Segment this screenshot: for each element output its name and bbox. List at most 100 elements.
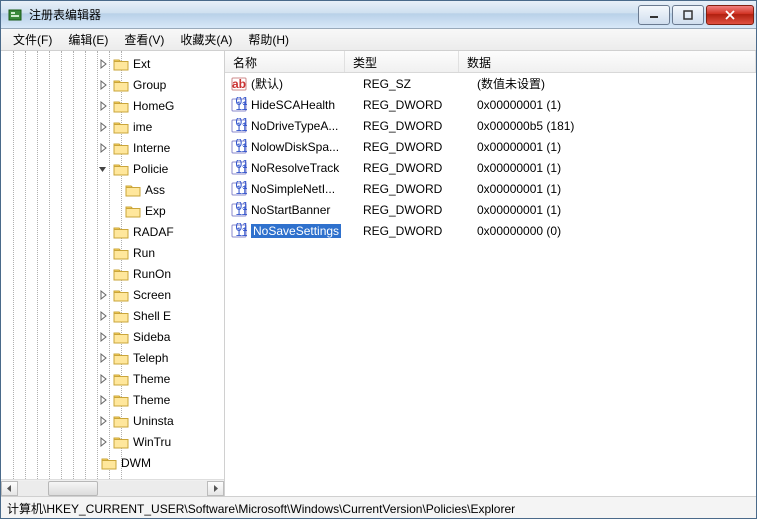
scroll-right-button[interactable]	[207, 481, 224, 496]
expand-icon[interactable]	[97, 310, 109, 322]
tree-item[interactable]: ime	[1, 116, 224, 137]
svg-text:110: 110	[236, 204, 248, 218]
value-name: NoSimpleNetI...	[251, 182, 363, 196]
close-button[interactable]	[706, 5, 754, 25]
maximize-button[interactable]	[672, 5, 704, 25]
folder-icon	[113, 78, 129, 92]
collapse-icon[interactable]	[97, 163, 109, 175]
value-row[interactable]: 011110HideSCAHealthREG_DWORD0x00000001 (…	[225, 94, 756, 115]
tree-item-label: Teleph	[133, 351, 168, 365]
expand-icon[interactable]	[97, 394, 109, 406]
tree-item[interactable]: Policie	[1, 158, 224, 179]
value-row[interactable]: ab(默认)REG_SZ(数值未设置)	[225, 73, 756, 94]
menu-view[interactable]: 查看(V)	[116, 29, 172, 50]
expand-icon[interactable]	[97, 415, 109, 427]
svg-text:110: 110	[236, 141, 248, 155]
folder-icon	[113, 393, 129, 407]
value-row[interactable]: 011110NoSaveSettingsREG_DWORD0x00000000 …	[225, 220, 756, 241]
scroll-left-button[interactable]	[1, 481, 18, 496]
value-row[interactable]: 011110NoDriveTypeA...REG_DWORD0x000000b5…	[225, 115, 756, 136]
tree-item[interactable]: Theme	[1, 389, 224, 410]
column-type[interactable]: 类型	[345, 51, 459, 72]
expand-icon[interactable]	[97, 142, 109, 154]
tree-item[interactable]: DWM	[1, 452, 224, 473]
column-name[interactable]: 名称	[225, 51, 345, 72]
tree-item[interactable]: Sideba	[1, 326, 224, 347]
folder-icon	[113, 120, 129, 134]
value-row[interactable]: 011110NoSimpleNetI...REG_DWORD0x00000001…	[225, 178, 756, 199]
tree-item[interactable]: Group	[1, 74, 224, 95]
column-data[interactable]: 数据	[459, 51, 756, 72]
tree-item[interactable]: RunOn	[1, 263, 224, 284]
expand-icon[interactable]	[97, 373, 109, 385]
value-row[interactable]: 011110NoStartBannerREG_DWORD0x00000001 (…	[225, 199, 756, 220]
expand-icon[interactable]	[97, 352, 109, 364]
tree-item[interactable]: Run	[1, 242, 224, 263]
value-type: REG_DWORD	[363, 119, 477, 133]
folder-icon	[125, 183, 141, 197]
tree-item-label: RunOn	[133, 267, 171, 281]
tree-item[interactable]: Exp	[1, 200, 224, 221]
tree-item-label: Ext	[133, 57, 150, 71]
value-data: 0x000000b5 (181)	[477, 119, 756, 133]
expand-icon[interactable]	[97, 289, 109, 301]
tree-item-label: Interne	[133, 141, 170, 155]
tree-item-label: Uninsta	[133, 414, 174, 428]
folder-icon	[113, 225, 129, 239]
expand-icon[interactable]	[97, 121, 109, 133]
tree-item-label: Shell E	[133, 309, 171, 323]
tree-item[interactable]: Shell E	[1, 305, 224, 326]
tree-item[interactable]: WinTru	[1, 431, 224, 452]
tree-h-scrollbar[interactable]	[1, 479, 224, 496]
minimize-button[interactable]	[638, 5, 670, 25]
dword-value-icon: 011110	[231, 97, 247, 113]
svg-text:110: 110	[236, 225, 248, 239]
value-data: 0x00000001 (1)	[477, 140, 756, 154]
dword-value-icon: 011110	[231, 118, 247, 134]
value-data: 0x00000000 (0)	[477, 224, 756, 238]
expand-icon[interactable]	[97, 100, 109, 112]
svg-text:110: 110	[236, 99, 248, 113]
expand-icon[interactable]	[85, 478, 97, 480]
value-row[interactable]: 011110NolowDiskSpa...REG_DWORD0x00000001…	[225, 136, 756, 157]
registry-tree[interactable]: Ext Group HomeG ime Interne Policie Ass ExpRADA…	[1, 53, 224, 479]
tree-item[interactable]: HomeG	[1, 95, 224, 116]
menu-help[interactable]: 帮助(H)	[240, 29, 297, 50]
value-type: REG_DWORD	[363, 161, 477, 175]
tree-item[interactable]: Interne	[1, 137, 224, 158]
tree-item[interactable]: Theme	[1, 368, 224, 389]
status-bar: 计算机\HKEY_CURRENT_USER\Software\Microsoft…	[1, 496, 756, 518]
client-area: Ext Group HomeG ime Interne Policie Ass ExpRADA…	[1, 51, 756, 496]
tree-item-label: HomeG	[133, 99, 174, 113]
expand-icon[interactable]	[97, 58, 109, 70]
scroll-thumb[interactable]	[48, 481, 98, 496]
values-list[interactable]: ab(默认)REG_SZ(数值未设置)011110HideSCAHealthRE…	[225, 73, 756, 496]
menu-edit[interactable]: 编辑(E)	[60, 29, 116, 50]
folder-icon	[125, 204, 141, 218]
tree-item-label: Shell	[121, 477, 148, 480]
tree-item-label: Ass	[145, 183, 165, 197]
tree-item[interactable]: Teleph	[1, 347, 224, 368]
value-row[interactable]: 011110NoResolveTrackREG_DWORD0x00000001 …	[225, 157, 756, 178]
menu-file[interactable]: 文件(F)	[5, 29, 60, 50]
tree-item-label: Screen	[133, 288, 171, 302]
title-bar[interactable]: 注册表编辑器	[1, 1, 756, 29]
scroll-track[interactable]	[18, 481, 207, 496]
folder-icon	[113, 246, 129, 260]
folder-icon	[101, 477, 117, 480]
tree-item[interactable]: Ext	[1, 53, 224, 74]
tree-scroll[interactable]: Ext Group HomeG ime Interne Policie Ass ExpRADA…	[1, 51, 224, 479]
value-data: 0x00000001 (1)	[477, 161, 756, 175]
tree-item[interactable]: Uninsta	[1, 410, 224, 431]
expand-icon[interactable]	[97, 436, 109, 448]
menu-favorites[interactable]: 收藏夹(A)	[172, 29, 240, 50]
folder-icon	[113, 57, 129, 71]
value-type: REG_DWORD	[363, 140, 477, 154]
tree-item[interactable]: Shell	[1, 473, 224, 479]
tree-item[interactable]: Ass	[1, 179, 224, 200]
tree-item[interactable]: RADAF	[1, 221, 224, 242]
expand-icon[interactable]	[97, 79, 109, 91]
expand-icon[interactable]	[97, 331, 109, 343]
tree-item[interactable]: Screen	[1, 284, 224, 305]
dword-value-icon: 011110	[231, 202, 247, 218]
